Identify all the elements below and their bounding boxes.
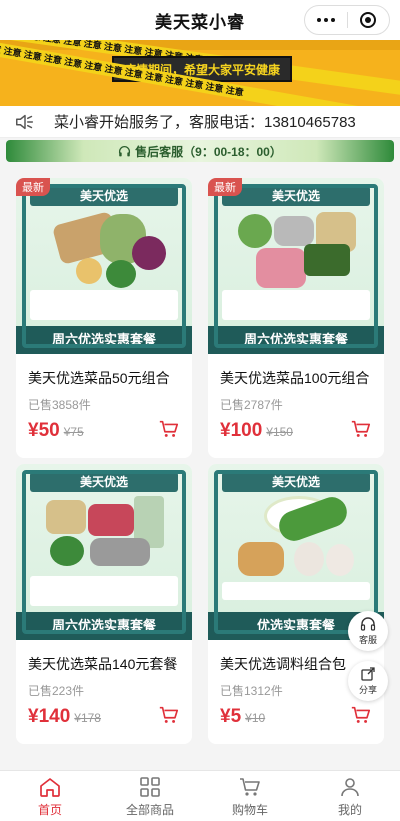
product-image-header: 美天优选 <box>30 186 178 206</box>
add-to-cart-icon[interactable] <box>158 418 180 440</box>
notice-text: 菜小睿开始服务了，客服电话：13810465783 <box>54 114 356 131</box>
current-price: ¥100 <box>220 420 263 441</box>
tab-mine[interactable]: 我的 <box>300 771 400 821</box>
tab-cart[interactable]: 购物车 <box>200 771 300 821</box>
top-bar: 美天菜小睿 <box>0 0 400 40</box>
product-card[interactable]: 美天优选 优选实惠套餐 美天优选调料组合包 已售1312件 ¥5 ¥10 <box>208 464 384 744</box>
original-price: ¥150 <box>266 425 293 439</box>
original-price: ¥10 <box>245 711 266 725</box>
product-image-header: 美天优选 <box>222 186 370 206</box>
product-image-footer: 周六优选实惠套餐 <box>16 612 192 640</box>
add-to-cart-icon[interactable] <box>350 704 372 726</box>
grid-icon <box>140 776 160 797</box>
customer-service-button[interactable]: 客服 <box>348 611 388 651</box>
home-icon <box>40 777 60 797</box>
customer-service-label: 客服 <box>358 635 377 645</box>
headset-icon <box>119 145 131 156</box>
cart-icon <box>240 777 260 796</box>
tab-label: 我的 <box>337 802 362 817</box>
page-title: 美天菜小睿 <box>155 12 245 32</box>
bottom-tab-bar: 首页 全部商品 购物车 我的 <box>0 770 400 821</box>
speaker-icon <box>16 114 34 129</box>
service-hours-text: 售后客服（9：00-18：00） <box>135 144 282 159</box>
share-icon <box>361 667 375 681</box>
tab-home[interactable]: 首页 <box>0 771 100 821</box>
current-price: ¥50 <box>28 420 60 441</box>
product-name[interactable]: 美天优选菜品140元套餐 <box>28 654 177 674</box>
new-badge: 最新 <box>16 178 50 196</box>
mini-program-capsule <box>304 5 390 35</box>
headset-icon <box>360 617 376 631</box>
product-image[interactable]: 美天优选 周六优选实惠套餐 <box>208 178 384 354</box>
product-image-header: 美天优选 <box>222 472 370 492</box>
current-price: ¥5 <box>220 706 242 727</box>
share-button[interactable]: 分享 <box>348 661 388 701</box>
share-label: 分享 <box>358 685 377 695</box>
more-menu-button[interactable] <box>305 6 347 34</box>
product-name[interactable]: 美天优选菜品50元组合 <box>28 368 170 388</box>
original-price: ¥178 <box>74 711 101 725</box>
product-image[interactable]: 美天优选 周六优选实惠套餐 <box>16 178 192 354</box>
product-name[interactable]: 美天优选菜品100元组合 <box>220 368 369 388</box>
product-card[interactable]: 美天优选 周六优选实惠套餐 美天优选菜品140元套餐 已售223件 ¥140 ¥… <box>16 464 192 744</box>
tab-all-products[interactable]: 全部商品 <box>100 771 200 821</box>
current-price: ¥140 <box>28 706 71 727</box>
product-card[interactable]: 美天优选 周六优选实惠套餐 最新 美天优选菜品100元组合 已售2787件 ¥1… <box>208 178 384 458</box>
tab-label: 首页 <box>37 802 62 817</box>
sold-count: 已售1312件 <box>220 684 283 698</box>
product-image-footer: 周六优选实惠套餐 <box>208 326 384 354</box>
sold-count: 已售223件 <box>28 684 85 698</box>
sold-count: 已售2787件 <box>220 398 283 412</box>
add-to-cart-icon[interactable] <box>158 704 180 726</box>
epidemic-banner[interactable]: 注意 注意 注意 注意 注意 注意 注意 注意 注意 注意 注意 注意 注意 疫… <box>0 40 400 106</box>
close-mini-program-button[interactable] <box>347 6 389 34</box>
product-image-footer: 周六优选实惠套餐 <box>16 326 192 354</box>
after-sales-service-bar[interactable]: 售后客服（9：00-18：00） <box>6 140 394 162</box>
product-name[interactable]: 美天优选调料组合包 <box>220 654 346 674</box>
product-card[interactable]: 美天优选 周六优选实惠套餐 最新 美天优选菜品50元组合 已售3858件 ¥50… <box>16 178 192 458</box>
original-price: ¥75 <box>63 425 84 439</box>
add-to-cart-icon[interactable] <box>350 418 372 440</box>
notice-bar: 菜小睿开始服务了，客服电话：13810465783 <box>0 106 400 138</box>
product-image[interactable]: 美天优选 周六优选实惠套餐 <box>16 464 192 640</box>
product-image-header: 美天优选 <box>30 472 178 492</box>
user-icon <box>341 777 359 796</box>
new-badge: 最新 <box>208 178 242 196</box>
tab-label: 购物车 <box>231 802 268 817</box>
sold-count: 已售3858件 <box>28 398 91 412</box>
tab-label: 全部商品 <box>125 802 174 817</box>
